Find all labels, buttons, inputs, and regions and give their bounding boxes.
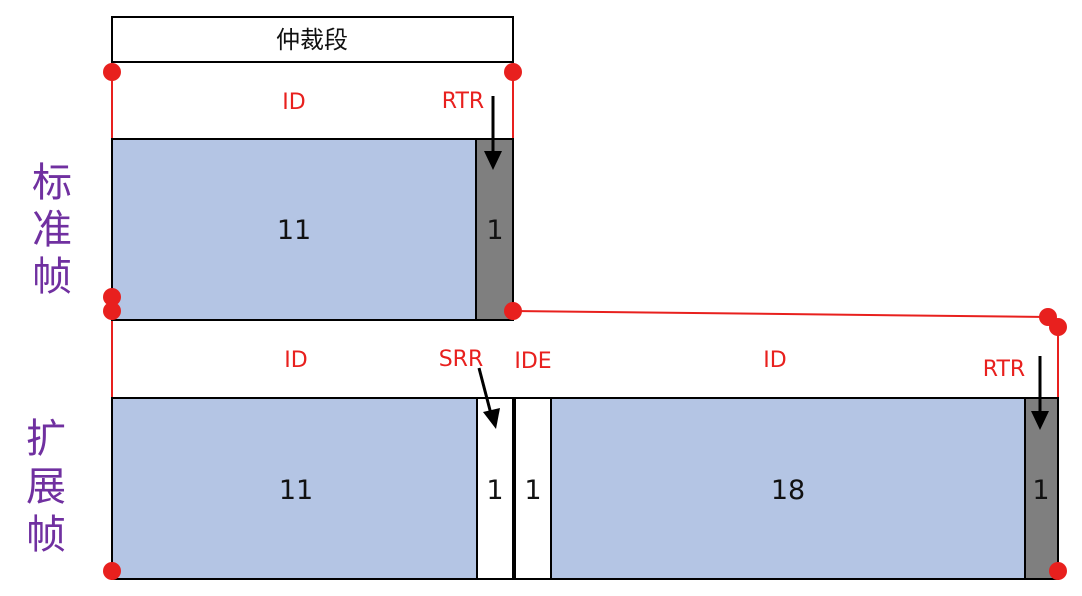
- ext-srr-label: SRR: [439, 347, 484, 372]
- extension-connector-line: [512, 310, 1049, 318]
- marker-dot: [504, 302, 522, 320]
- std-id-label: ID: [282, 90, 305, 115]
- marker-dot: [1049, 562, 1067, 580]
- std-rtr-label: RTR: [442, 89, 484, 114]
- ext-ide-bits: 1: [524, 475, 541, 506]
- ext-id-ext-label: ID: [763, 348, 786, 373]
- ext-id-ext-bits: 18: [771, 475, 805, 506]
- ext-side-label-1: 扩: [26, 416, 66, 462]
- ext-side-label-3: 帧: [26, 512, 66, 558]
- marker-dot: [103, 302, 121, 320]
- marker-dot: [504, 63, 522, 81]
- ext-side-label-2: 展: [26, 464, 66, 510]
- standard-frame: 11 1 ID RTR 标 准 帧: [32, 89, 514, 321]
- extended-frame: 11 1 1 18 1 ID SRR IDE ID RTR 扩 展 帧: [26, 347, 1059, 580]
- std-id-bits: 11: [277, 215, 311, 246]
- std-rtr-bits: 1: [486, 215, 503, 246]
- marker-dot: [103, 63, 121, 81]
- std-side-label-3: 帧: [32, 254, 72, 300]
- std-side-label-2: 准: [32, 207, 72, 253]
- std-side-label-1: 标: [32, 160, 72, 206]
- ext-srr-bits: 1: [486, 475, 503, 506]
- marker-dot: [103, 562, 121, 580]
- marker-dot: [1049, 318, 1067, 336]
- ext-id-base-label: ID: [284, 348, 307, 373]
- ext-rtr-label: RTR: [983, 357, 1025, 382]
- arbitration-label: 仲裁段: [276, 26, 348, 54]
- can-frame-diagram: 仲裁段 11 1 ID RTR 标 准 帧 11 1 1 18 1 ID SRR…: [26, 16, 1067, 580]
- ext-ide-label: IDE: [514, 349, 551, 374]
- ext-rtr-bits: 1: [1032, 475, 1049, 506]
- ext-id-base-bits: 11: [279, 475, 313, 506]
